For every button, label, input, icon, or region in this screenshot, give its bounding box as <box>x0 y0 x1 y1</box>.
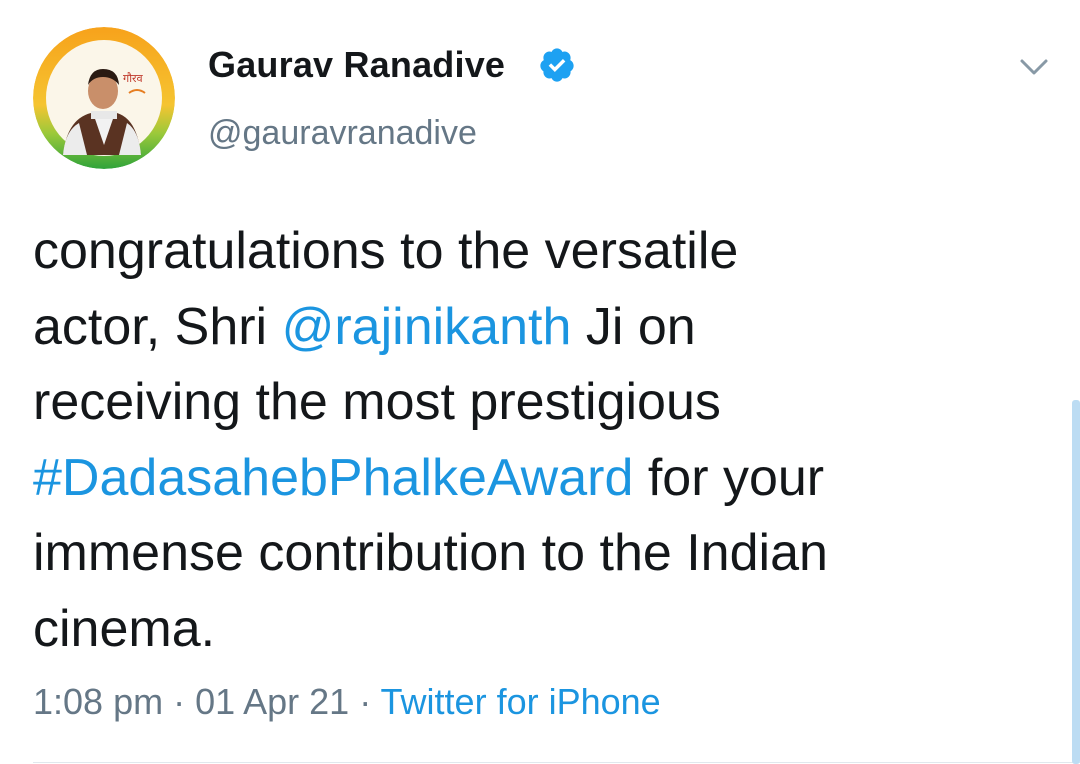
chevron-down-icon[interactable] <box>1018 55 1050 79</box>
tweet-line: immense contribution to the Indian <box>33 516 1033 592</box>
author-handle[interactable]: @gauravranadive <box>208 114 477 153</box>
tweet-line: cinema. <box>33 592 1033 668</box>
tweet-text-segment: congratulations to the versatile <box>33 222 739 280</box>
tweet-line: congratulations to the versatile <box>33 214 1033 290</box>
avatar-badge-text: गौरव <box>123 72 144 85</box>
tweet-text-segment: receiving the most prestigious <box>33 373 721 431</box>
hashtag-link[interactable]: #DadasahebPhalkeAward <box>33 449 633 507</box>
tweet-line: #DadasahebPhalkeAward for your <box>33 441 1033 517</box>
mention-link[interactable]: @rajinikanth <box>282 298 572 356</box>
meta-separator: · <box>163 681 196 722</box>
tweet-text-segment: Ji on <box>571 297 696 356</box>
tweet-meta: 1:08 pm · 01 Apr 21 · Twitter for iPhone <box>33 681 661 723</box>
avatar[interactable]: गौरव <box>33 27 175 169</box>
tweet-text-segment: for your <box>633 448 825 507</box>
tweet-text-segment: actor, Shri <box>33 297 282 356</box>
divider <box>33 762 1080 763</box>
avatar-image: गौरव <box>33 27 175 169</box>
tweet-line: receiving the most prestigious <box>33 365 1033 441</box>
display-name[interactable]: Gaurav Ranadive <box>208 44 505 86</box>
tweet-line: actor, Shri @rajinikanth Ji on <box>33 290 1033 366</box>
meta-separator: · <box>349 681 381 722</box>
tweet-text: congratulations to the versatile actor, … <box>33 214 1033 667</box>
tweet-text-segment: cinema. <box>33 599 216 658</box>
tweet-source-link[interactable]: Twitter for iPhone <box>381 681 661 722</box>
tweet-time[interactable]: 1:08 pm <box>33 681 163 722</box>
scrollbar[interactable] <box>1072 400 1080 764</box>
verified-badge-icon <box>540 48 574 82</box>
tweet-date[interactable]: 01 Apr 21 <box>195 681 349 722</box>
tweet-text-segment: immense contribution to the Indian <box>33 524 828 582</box>
